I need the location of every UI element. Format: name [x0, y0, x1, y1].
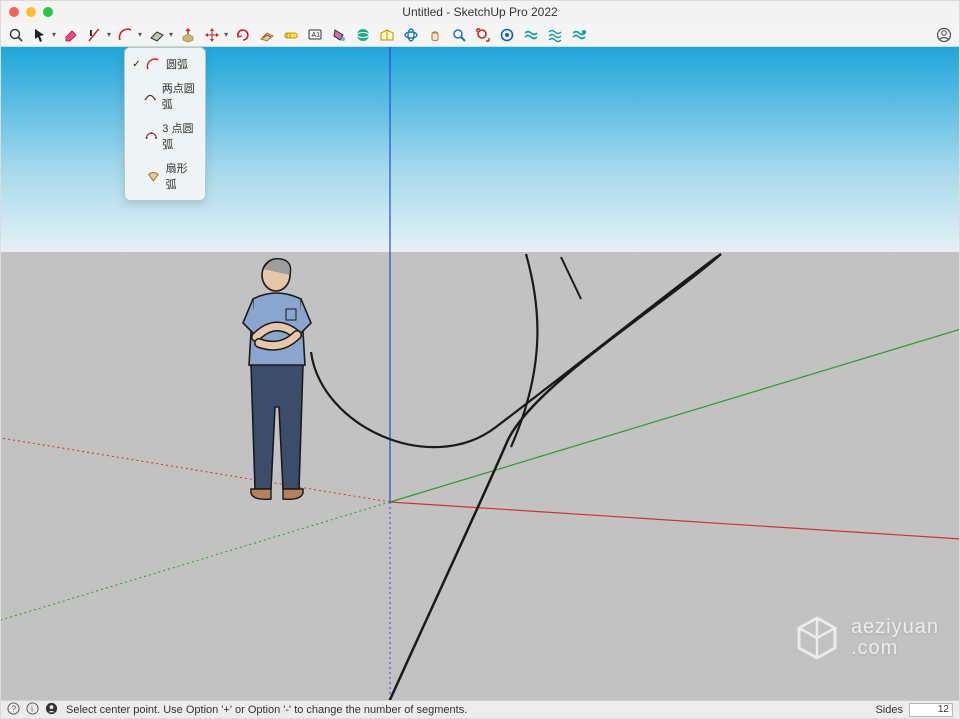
axis-red: [390, 502, 959, 539]
arc-menu-item-pie[interactable]: 扇形弧: [127, 156, 203, 196]
rectangle-tool-icon[interactable]: [148, 26, 166, 44]
arc-menu-item-2pt[interactable]: 两点圆弧: [127, 76, 203, 116]
vcb-input[interactable]: 12: [909, 703, 953, 717]
titlebar: Untitled - SketchUp Pro 2022: [1, 1, 959, 23]
close-window-button[interactable]: [9, 7, 19, 17]
rect-dropdown-icon[interactable]: ▾: [168, 30, 173, 39]
rotate-tool-icon[interactable]: [234, 26, 252, 44]
arc-dropdown-icon[interactable]: ▾: [137, 30, 142, 39]
pushpull-tool-icon[interactable]: [179, 26, 197, 44]
model-stroke-4: [561, 257, 581, 299]
arc-3pt-icon: [145, 129, 158, 144]
status-bar: ? i Select center point. Use Option '+' …: [1, 700, 959, 718]
vcb-label: Sides: [875, 704, 903, 716]
extension4-icon[interactable]: [570, 26, 588, 44]
line-tool-icon[interactable]: [86, 26, 104, 44]
extension-icon[interactable]: [498, 26, 516, 44]
svg-text:A1: A1: [312, 32, 321, 39]
select-dropdown-icon[interactable]: ▾: [51, 30, 56, 39]
zoom-extents-icon[interactable]: [474, 26, 492, 44]
window-title: Untitled - SketchUp Pro 2022: [1, 5, 959, 19]
orbit-tool-icon[interactable]: [402, 26, 420, 44]
check-icon: ✓: [132, 59, 141, 70]
model-stroke-3: [511, 254, 537, 447]
text-tool-icon[interactable]: A1: [306, 26, 324, 44]
arc-menu-item-3pt[interactable]: 3 点圆弧: [127, 116, 203, 156]
axis-red-neg: [1, 438, 390, 502]
svg-text:?: ?: [11, 703, 16, 713]
paint-tool-icon[interactable]: [330, 26, 348, 44]
app-window: Untitled - SketchUp Pro 2022 ▾ ▾ ▾ ▾ ▾: [0, 0, 960, 719]
axis-green: [390, 329, 959, 502]
arc-tool-icon[interactable]: [117, 26, 135, 44]
move-tool-icon[interactable]: [203, 26, 221, 44]
arc-menu-item-arc[interactable]: ✓ 圆弧: [127, 52, 203, 76]
arc-tool-menu: ✓ 圆弧 两点圆弧 3 点圆弧 扇形弧: [124, 47, 206, 201]
main-toolbar: ▾ ▾ ▾ ▾ ▾ A1: [1, 23, 959, 47]
info-icon[interactable]: i: [26, 702, 39, 718]
scale-figure: [243, 259, 311, 500]
select-tool-icon[interactable]: [31, 26, 49, 44]
axis-green-neg: [1, 502, 390, 620]
signin-icon[interactable]: [45, 702, 58, 718]
account-icon[interactable]: [935, 26, 953, 44]
extension3-icon[interactable]: [546, 26, 564, 44]
arc-center-icon: [146, 57, 161, 72]
move-dropdown-icon[interactable]: ▾: [223, 30, 228, 39]
svg-text:i: i: [31, 703, 33, 713]
model-stroke-2: [389, 254, 721, 700]
arc-menu-label: 扇形弧: [166, 160, 198, 192]
pan-tool-icon[interactable]: [426, 26, 444, 44]
arc-menu-label: 圆弧: [166, 56, 188, 72]
add-location-icon[interactable]: [354, 26, 372, 44]
extension2-icon[interactable]: [522, 26, 540, 44]
status-hint: Select center point. Use Option '+' or O…: [66, 704, 467, 716]
3d-warehouse-icon[interactable]: [378, 26, 396, 44]
arc-2pt-icon: [144, 89, 156, 104]
eraser-tool-icon[interactable]: [62, 26, 80, 44]
offset-tool-icon[interactable]: [258, 26, 276, 44]
window-controls: [9, 7, 53, 17]
zoom-window-button[interactable]: [43, 7, 53, 17]
search-icon[interactable]: [7, 26, 25, 44]
arc-menu-label: 两点圆弧: [162, 80, 198, 112]
model-stroke-1: [311, 254, 721, 447]
arc-pie-icon: [146, 169, 161, 184]
help-icon[interactable]: ?: [7, 702, 20, 718]
arc-menu-label: 3 点圆弧: [162, 120, 198, 152]
zoom-tool-icon[interactable]: [450, 26, 468, 44]
tape-tool-icon[interactable]: [282, 26, 300, 44]
line-dropdown-icon[interactable]: ▾: [106, 30, 111, 39]
minimize-window-button[interactable]: [26, 7, 36, 17]
